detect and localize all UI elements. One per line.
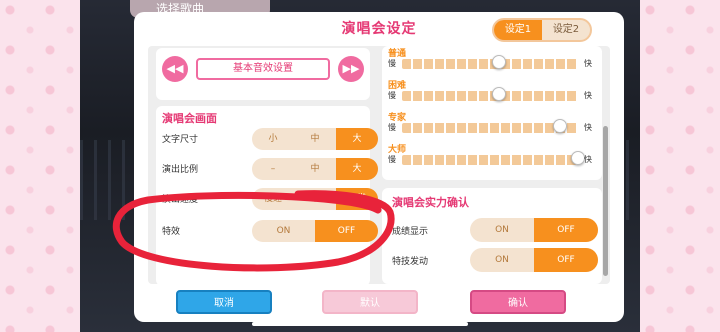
dialog-header: 演唱会设定 设定1 设定2	[134, 12, 624, 46]
setting-label: 演出速度	[162, 195, 199, 205]
preset-1-button[interactable]: 设定1	[494, 20, 542, 40]
confirm-button[interactable]: 确认	[470, 290, 566, 314]
score-display-on-option[interactable]: ON	[470, 218, 534, 242]
text-size-medium-option[interactable]: 中	[294, 128, 336, 150]
fast-label: 快	[584, 155, 592, 164]
slow-label: 慢	[388, 155, 396, 164]
perf-speed-normal-option[interactable]: 通常	[336, 188, 378, 210]
cancel-button[interactable]: 取消	[176, 290, 272, 314]
settings-scrollbar[interactable]	[603, 126, 608, 276]
preset-switch: 设定1 设定2	[492, 18, 592, 42]
setting-row-effects: 特效 ON OFF	[162, 220, 378, 244]
preset-2-button[interactable]: 设定2	[542, 20, 590, 40]
skill-activation-off-option[interactable]: OFF	[534, 248, 598, 272]
double-chevron-left-icon[interactable]: ◀◀	[162, 56, 188, 82]
live-section-title: 演唱会实力确认	[392, 196, 469, 209]
setting-row-ratio: 演出比例 – 中 大	[162, 158, 378, 182]
concert-settings-dialog: 演唱会设定 设定1 设定2 ◀◀ 基本音效设置 ▶▶ 演唱会画面 文字尺寸 小 …	[134, 12, 624, 322]
speed-slider-track[interactable]	[402, 91, 578, 101]
fast-label: 快	[584, 59, 592, 68]
live-check-card: 演唱会实力确认 成绩显示 ON OFF 特技发动 ON OFF	[382, 188, 602, 284]
effects-off-option[interactable]: OFF	[315, 220, 378, 242]
right-column: 普通 慢 快 困难 慢 快 专家 慢 快 大师 慢 快 演唱会实力确认 成绩显示…	[382, 46, 610, 284]
perf-speed-selector: 慢速 中 通常	[252, 188, 378, 210]
ratio-medium-option[interactable]: 中	[294, 158, 336, 180]
note-speed-card: 普通 慢 快 困难 慢 快 专家 慢 快 大师 慢 快	[382, 46, 602, 180]
setting-row-speed: 演出速度 慢速 中 通常	[162, 188, 378, 212]
speed-row-master: 大师 慢 快	[388, 142, 602, 172]
speed-slider-track[interactable]	[402, 59, 578, 69]
text-size-large-option[interactable]: 大	[336, 128, 378, 150]
basic-sound-settings-button[interactable]: 基本音效设置	[196, 58, 330, 80]
score-display-off-option[interactable]: OFF	[534, 218, 598, 242]
slow-label: 慢	[388, 59, 396, 68]
skill-activation-on-option[interactable]: ON	[470, 248, 534, 272]
left-decorative-strip	[0, 0, 80, 332]
effects-toggle: ON OFF	[252, 220, 378, 242]
speed-row-normal: 普通 慢 快	[388, 46, 602, 76]
skill-activation-toggle: ON OFF	[470, 248, 598, 272]
screen-settings-card: 演唱会画面 文字尺寸 小 中 大 演出比例 – 中 大 演出速度 慢速 中 通常…	[156, 106, 378, 284]
settings-panel[interactable]: ◀◀ 基本音效设置 ▶▶ 演唱会画面 文字尺寸 小 中 大 演出比例 – 中 大…	[148, 46, 610, 284]
ratio-small-option[interactable]: –	[252, 158, 294, 180]
setting-label: 特技发动	[392, 257, 429, 267]
home-indicator[interactable]	[252, 322, 468, 326]
speed-slider-knob[interactable]	[491, 87, 506, 101]
fast-label: 快	[584, 91, 592, 100]
speed-slider-track[interactable]	[402, 155, 578, 165]
setting-row-text-size: 文字尺寸 小 中 大	[162, 128, 378, 152]
slow-label: 慢	[388, 123, 396, 132]
setting-label: 演出比例	[162, 165, 199, 175]
text-size-selector: 小 中 大	[252, 128, 378, 150]
double-chevron-right-icon[interactable]: ▶▶	[338, 56, 364, 82]
effects-on-option[interactable]: ON	[252, 220, 315, 242]
speed-slider-knob[interactable]	[491, 55, 506, 69]
screen-section-title: 演唱会画面	[162, 112, 217, 125]
speed-slider-track[interactable]	[402, 123, 578, 133]
setting-label: 特效	[162, 227, 181, 237]
score-display-toggle: ON OFF	[470, 218, 598, 242]
default-button[interactable]: 默认	[322, 290, 418, 314]
fast-label: 快	[584, 123, 592, 132]
speed-slider-knob[interactable]	[571, 151, 585, 165]
ratio-large-option[interactable]: 大	[336, 158, 378, 180]
left-column: ◀◀ 基本音效设置 ▶▶ 演唱会画面 文字尺寸 小 中 大 演出比例 – 中 大…	[148, 46, 378, 284]
perf-speed-slow-option[interactable]: 慢速	[252, 188, 294, 210]
text-size-small-option[interactable]: 小	[252, 128, 294, 150]
right-decorative-strip	[640, 0, 720, 332]
sound-card: ◀◀ 基本音效设置 ▶▶	[156, 48, 370, 100]
perf-speed-medium-option[interactable]: 中	[294, 188, 336, 210]
speed-row-expert: 专家 慢 快	[388, 110, 602, 140]
ratio-selector: – 中 大	[252, 158, 378, 180]
slow-label: 慢	[388, 91, 396, 100]
setting-label: 文字尺寸	[162, 135, 199, 145]
speed-row-hard: 困难 慢 快	[388, 78, 602, 108]
setting-label: 成绩显示	[392, 227, 429, 237]
